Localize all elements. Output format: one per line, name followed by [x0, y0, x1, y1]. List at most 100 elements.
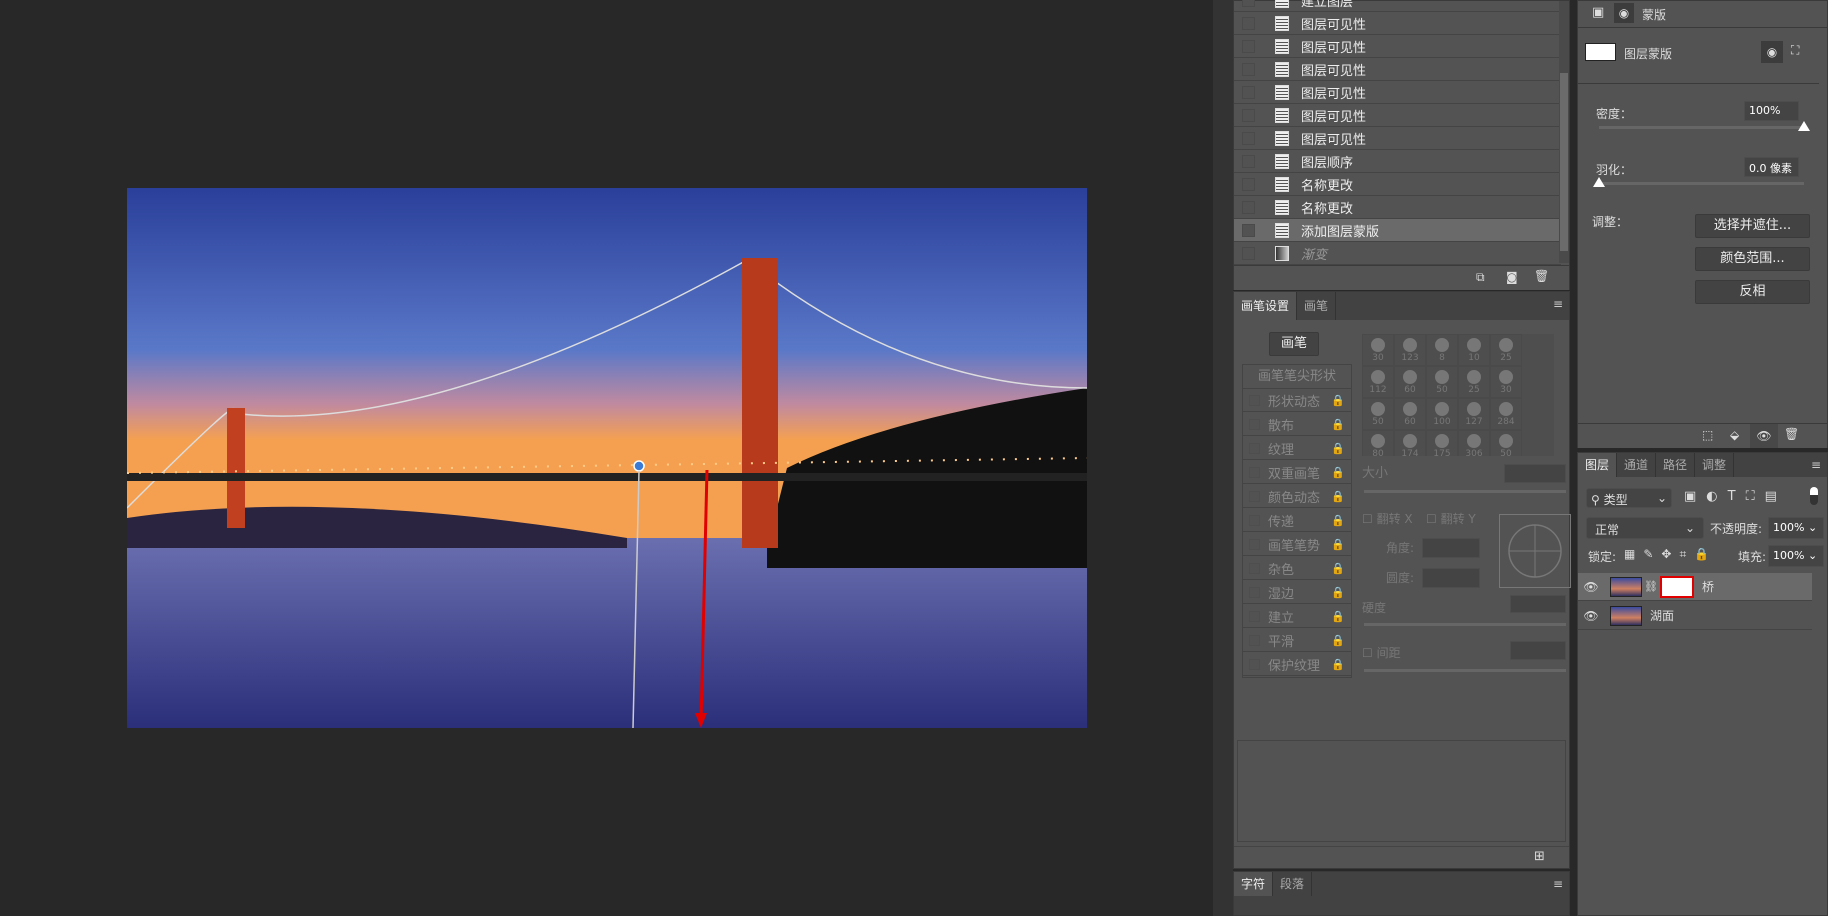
snapshot-checkbox[interactable] — [1242, 0, 1255, 7]
option-checkbox[interactable] — [1249, 442, 1260, 454]
layer-thumbnail[interactable] — [1610, 605, 1642, 626]
brush-tip-shape[interactable]: 画笔笔尖形状 — [1243, 365, 1351, 389]
brush-preset[interactable]: 80 — [1362, 430, 1394, 456]
lock-icon[interactable]: 🔒 — [1331, 634, 1345, 647]
snapshot-checkbox[interactable] — [1242, 62, 1255, 76]
bridge-photo[interactable] — [127, 188, 1087, 728]
brush-preset[interactable]: 50 — [1490, 430, 1522, 456]
brush-preset[interactable]: 127 — [1458, 398, 1490, 430]
angle-input[interactable] — [1422, 538, 1480, 558]
brush-preset[interactable]: 284 — [1490, 398, 1522, 430]
link-icon[interactable]: ⛓ — [1644, 580, 1658, 593]
new-brush-icon[interactable]: ⊞ — [1534, 849, 1545, 864]
brush-preset[interactable]: 25 — [1458, 366, 1490, 398]
spacing-checkbox[interactable]: ☐ 间距 — [1362, 644, 1401, 661]
density-input[interactable]: 100% — [1744, 101, 1799, 121]
history-item[interactable]: 图层可见性 — [1234, 58, 1561, 81]
snapshot-checkbox[interactable] — [1242, 131, 1255, 145]
brush-option[interactable]: 传递 🔒 — [1243, 509, 1351, 532]
snapshot-checkbox[interactable] — [1242, 16, 1255, 30]
option-checkbox[interactable] — [1249, 634, 1260, 646]
brush-option[interactable]: 杂色 🔒 — [1243, 557, 1351, 580]
layer-mask-icon[interactable]: ◉ — [1614, 3, 1634, 23]
visibility-eye-icon[interactable]: 👁 — [1578, 609, 1604, 623]
brush-angle-preview[interactable] — [1499, 514, 1571, 588]
brush-preset[interactable]: 112 — [1362, 366, 1394, 398]
brush-preset[interactable]: 50 — [1426, 366, 1458, 398]
feather-input[interactable]: 0.0 像素 — [1744, 157, 1799, 177]
brush-option[interactable]: 纹理 🔒 — [1243, 437, 1351, 460]
brush-preset[interactable]: 8 — [1426, 334, 1458, 366]
brush-preset[interactable]: 60 — [1394, 366, 1426, 398]
tab-paragraph[interactable]: 段落 — [1273, 872, 1313, 896]
pixel-mask-icon[interactable]: ▣ — [1592, 5, 1604, 20]
brush-option[interactable]: 颜色动态 🔒 — [1243, 485, 1351, 508]
brush-preset[interactable]: 306 — [1458, 430, 1490, 456]
history-item[interactable]: 渐变 — [1234, 242, 1561, 265]
history-item[interactable]: 图层顺序 — [1234, 150, 1561, 173]
lock-icon[interactable]: 🔒 — [1331, 514, 1345, 527]
brush-preset[interactable]: 123 — [1394, 334, 1426, 366]
size-slider[interactable] — [1364, 490, 1566, 493]
invert-button[interactable]: 反相 — [1695, 280, 1810, 304]
vector-mask-icon[interactable]: ⛶ — [1791, 43, 1799, 58]
lock-icons[interactable]: ▦✎✥⌗🔒 — [1624, 547, 1717, 562]
brush-preset[interactable]: 30 — [1490, 366, 1522, 398]
trash-icon[interactable]: 🗑 — [1534, 269, 1549, 283]
history-item[interactable]: 建立图层 — [1234, 0, 1561, 12]
lock-icon[interactable]: 🔒 — [1331, 490, 1345, 503]
document-canvas[interactable] — [0, 0, 1213, 916]
option-checkbox[interactable] — [1249, 586, 1260, 598]
lock-icon[interactable]: 🔒 — [1331, 562, 1345, 575]
filter-toggle[interactable] — [1810, 487, 1818, 505]
history-item[interactable]: 图层可见性 — [1234, 104, 1561, 127]
lock-icon[interactable]: 🔒 — [1331, 466, 1345, 479]
lock-icon[interactable]: 🔒 — [1331, 418, 1345, 431]
select-and-mask-button[interactable]: 选择并遮住... — [1695, 214, 1810, 238]
color-range-button[interactable]: 颜色范围... — [1695, 247, 1810, 271]
panel-menu-icon[interactable]: ≡ — [1811, 458, 1821, 472]
option-checkbox[interactable] — [1249, 562, 1260, 574]
history-scrollbar[interactable] — [1559, 1, 1569, 263]
lock-icon[interactable]: 🔒 — [1331, 586, 1345, 599]
snapshot-checkbox[interactable] — [1242, 200, 1255, 214]
lock-icon[interactable]: 🔒 — [1331, 538, 1345, 551]
option-checkbox[interactable] — [1249, 514, 1260, 526]
filter-icons[interactable]: ▣◐T⛶▤ — [1684, 489, 1787, 504]
brush-option[interactable]: 形状动态 🔒 — [1243, 389, 1351, 412]
brush-preset[interactable]: 25 — [1490, 334, 1522, 366]
tab-channels[interactable]: 通道 — [1617, 453, 1657, 477]
brush-option[interactable]: 湿边 🔒 — [1243, 581, 1351, 604]
select-pixel-mask-icon[interactable]: ◉ — [1761, 41, 1783, 63]
feather-slider-thumb[interactable] — [1593, 177, 1605, 187]
history-item[interactable]: 名称更改 — [1234, 196, 1561, 219]
opacity-input[interactable]: 100% ⌄ — [1768, 517, 1824, 539]
spacing-slider[interactable] — [1364, 669, 1566, 672]
density-slider[interactable] — [1599, 126, 1804, 129]
panel-menu-icon[interactable]: ≡ — [1553, 877, 1563, 891]
option-checkbox[interactable] — [1249, 466, 1260, 478]
tab-layers[interactable]: 图层 — [1578, 453, 1618, 477]
snapshot-checkbox[interactable] — [1242, 177, 1255, 191]
option-checkbox[interactable] — [1249, 418, 1260, 430]
layer-row[interactable]: 👁 ⛓ 桥 — [1578, 573, 1812, 601]
blend-mode-select[interactable]: 正常 ⌄ — [1586, 517, 1704, 539]
layer-thumbnail[interactable] — [1610, 576, 1642, 597]
layer-row[interactable]: 👁 湖面 — [1578, 602, 1812, 630]
new-document-icon[interactable]: ⧉ — [1476, 270, 1485, 285]
flip-x-checkbox[interactable]: ☐ 翻转 X — [1362, 510, 1413, 527]
layer-mask-thumbnail[interactable] — [1659, 575, 1694, 598]
fill-input[interactable]: 100% ⌄ — [1768, 545, 1824, 567]
brush-preset[interactable]: 100 — [1426, 398, 1458, 430]
history-item[interactable]: 添加图层蒙版 — [1234, 219, 1561, 242]
size-input[interactable] — [1504, 464, 1566, 483]
lock-icon[interactable]: 🔒 — [1331, 658, 1345, 671]
brush-button[interactable]: 画笔 — [1269, 332, 1319, 356]
brush-preset[interactable]: 174 — [1394, 430, 1426, 456]
history-item[interactable]: 图层可见性 — [1234, 127, 1561, 150]
apply-mask-icon[interactable]: ⬙ — [1730, 428, 1739, 442]
snapshot-checkbox[interactable] — [1242, 223, 1255, 237]
feather-slider[interactable] — [1599, 182, 1804, 185]
tab-brush[interactable]: 画笔 — [1297, 292, 1337, 320]
snapshot-checkbox[interactable] — [1242, 108, 1255, 122]
